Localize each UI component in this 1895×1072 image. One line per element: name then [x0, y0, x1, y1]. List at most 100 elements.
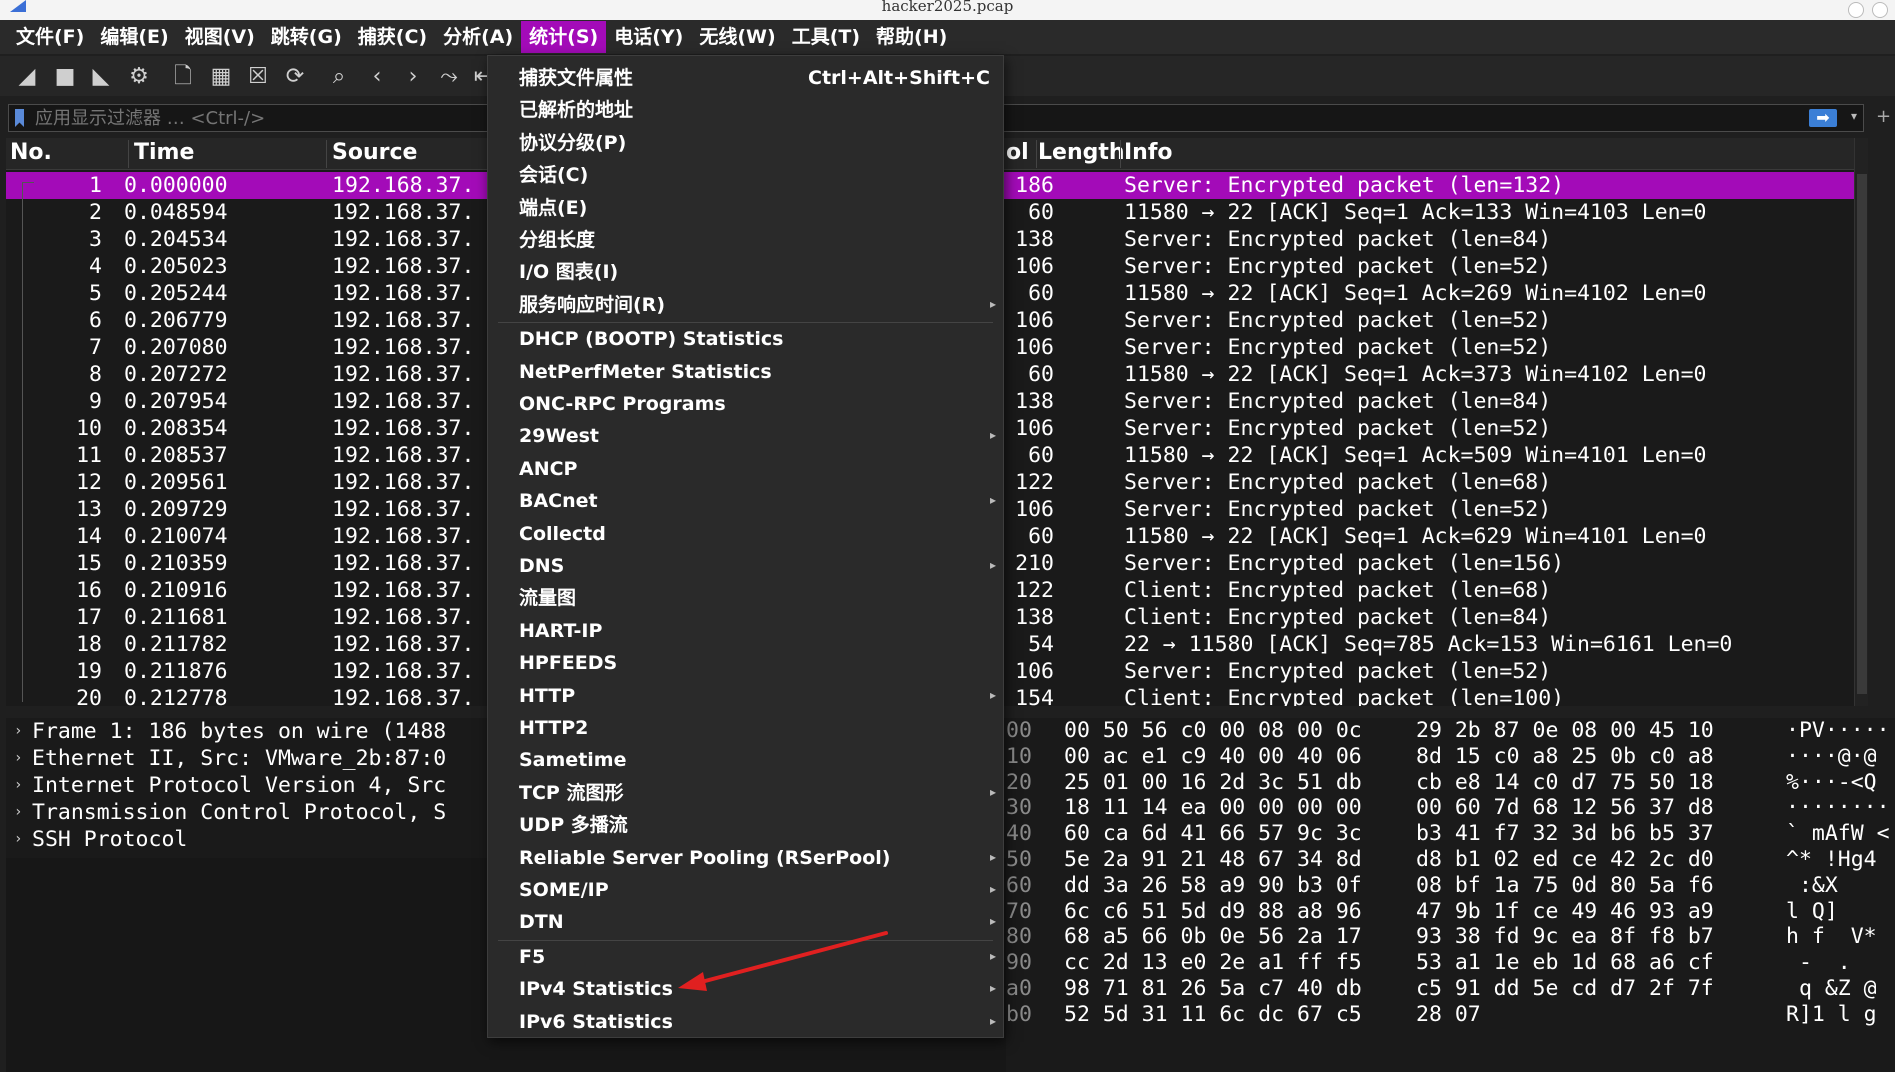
stats-menu-item[interactable]: 分组长度 [488, 224, 1003, 257]
reload-file-icon[interactable]: ⟳ [282, 64, 308, 90]
expand-arrow-icon[interactable]: › [14, 718, 22, 745]
expand-arrow-icon[interactable]: › [14, 772, 22, 799]
stats-menu-item[interactable]: DHCP (BOOTP) Statistics [488, 323, 1003, 356]
bytes-row[interactable]: 30 18 11 14 ea 00 00 00 00 00 60 7d 68 12 … [1006, 795, 1895, 821]
stats-menu-item[interactable]: HTTP ▸ [488, 680, 1003, 713]
stats-menu-item[interactable]: 已解析的地址 [488, 94, 1003, 127]
stats-menu-item-label: DTN [519, 911, 564, 934]
bytes-off: a0 [1006, 975, 1032, 1001]
stats-menu-item-label: IPv4 Statistics [519, 978, 673, 1001]
stats-menu-item[interactable]: Reliable Server Pooling (RSerPool) ▸ [488, 842, 1003, 875]
expand-arrow-icon[interactable]: › [14, 745, 22, 772]
menu-4[interactable]: 捕获(C) [350, 21, 435, 53]
packet-len: 60 [1028, 200, 1054, 225]
packet-src: 192.168.37. [332, 578, 475, 603]
stats-menu-item[interactable]: 捕获文件属性 Ctrl+Alt+Shift+C [488, 62, 1003, 95]
menu-9[interactable]: 工具(T) [784, 21, 868, 53]
packet-src: 192.168.37. [332, 227, 475, 252]
packet-len: 138 [1015, 605, 1054, 630]
menu-0[interactable]: 文件(F) [8, 21, 92, 53]
bytes-asc: - . [1786, 950, 1864, 976]
bytes-row[interactable]: b0 52 5d 31 11 6c dc 67 c5 28 07 R]1 l g [1006, 1002, 1895, 1028]
packet-no: 7 [89, 335, 102, 360]
find-packet-icon[interactable]: ⌕ [326, 64, 352, 90]
apply-filter-button[interactable]: ➡ [1809, 109, 1837, 127]
packet-list-scrollbar[interactable] [1854, 138, 1868, 706]
bytes-row[interactable]: 60 dd 3a 26 58 a9 90 b3 0f 08 bf 1a 75 0d … [1006, 873, 1895, 899]
column-source[interactable]: Source [332, 140, 417, 165]
bytes-row[interactable]: a0 98 71 81 26 5a c7 40 db c5 91 dd 5e cd … [1006, 976, 1895, 1002]
column-length[interactable]: Length [1038, 140, 1125, 165]
stop-capture-icon[interactable]: ■ [52, 64, 78, 90]
stats-menu-item[interactable]: BACnet ▸ [488, 485, 1003, 518]
stats-menu-item[interactable]: ONC-RPC Programs [488, 388, 1003, 421]
menu-1[interactable]: 编辑(E) [92, 21, 176, 53]
go-to-packet-icon[interactable]: ⤳ [436, 64, 462, 90]
stats-menu-item[interactable]: HTTP2 [488, 712, 1003, 745]
save-file-icon[interactable]: ▦ [208, 64, 234, 90]
stats-menu-item[interactable]: DTN ▸ [488, 906, 1003, 939]
stats-menu-item[interactable]: IPv4 Statistics ▸ [488, 973, 1003, 1006]
open-file-icon[interactable]: 🗋 [170, 64, 196, 90]
maximize-button[interactable] [1872, 2, 1888, 18]
stats-menu-item[interactable]: F5 ▸ [488, 941, 1003, 974]
column-protocol[interactable]: ol [1006, 140, 1029, 165]
stats-menu-item[interactable]: 协议分级(P) [488, 127, 1003, 160]
stats-menu-item[interactable]: DNS ▸ [488, 550, 1003, 583]
menu-6[interactable]: 统计(S) [521, 21, 607, 53]
stats-menu-item[interactable]: HPFEEDS [488, 647, 1003, 680]
stats-menu-item[interactable]: 服务响应时间(R) ▸ [488, 289, 1003, 322]
stats-menu-item[interactable]: IPv6 Statistics ▸ [488, 1006, 1003, 1039]
stats-menu-item[interactable]: Collectd [488, 518, 1003, 551]
bytes-row[interactable]: 70 6c c6 51 5d d9 88 a8 96 47 9b 1f ce 49 … [1006, 899, 1895, 925]
stats-menu-item[interactable]: Sametime [488, 744, 1003, 777]
add-filter-button-icon[interactable]: + [1876, 106, 1891, 127]
stats-menu-item[interactable]: UDP 多播流 [488, 809, 1003, 842]
menu-10[interactable]: 帮助(H) [868, 21, 955, 53]
menu-8[interactable]: 无线(W) [691, 21, 783, 53]
go-back-icon[interactable]: ‹ [364, 64, 390, 90]
menu-3[interactable]: 跳转(G) [263, 21, 350, 53]
stats-menu-item[interactable]: I/O 图表(I) [488, 256, 1003, 289]
close-file-icon[interactable]: ☒ [245, 64, 271, 90]
stats-menu-item[interactable]: TCP 流图形 ▸ [488, 777, 1003, 810]
packet-len: 210 [1015, 551, 1054, 576]
stats-menu-item[interactable]: HART-IP [488, 615, 1003, 648]
column-info[interactable]: Info [1124, 140, 1173, 165]
scrollbar-thumb[interactable] [1857, 174, 1867, 694]
expand-arrow-icon[interactable]: › [14, 826, 22, 853]
stats-menu-item[interactable]: 端点(E) [488, 192, 1003, 225]
stats-menu-item[interactable]: 会话(C) [488, 159, 1003, 192]
go-forward-icon[interactable]: › [400, 64, 426, 90]
minimize-button[interactable] [1848, 2, 1864, 18]
expand-arrow-icon[interactable]: › [14, 799, 22, 826]
restart-capture-icon[interactable]: ◣ [88, 64, 114, 90]
stats-menu-item[interactable]: 29West ▸ [488, 420, 1003, 453]
stats-menu-item[interactable]: 流量图 [488, 582, 1003, 615]
stats-menu-item[interactable]: NetPerfMeter Statistics [488, 356, 1003, 389]
menu-7[interactable]: 电话(Y) [606, 21, 691, 53]
bytes-row[interactable]: 90 cc 2d 13 e0 2e a1 ff f5 53 a1 1e eb 1d … [1006, 950, 1895, 976]
menu-2[interactable]: 视图(V) [177, 21, 263, 53]
column-no[interactable]: No. [10, 140, 52, 165]
bytes-row[interactable]: 10 00 ac e1 c9 40 00 40 06 8d 15 c0 a8 25 … [1006, 744, 1895, 770]
bytes-row[interactable]: 80 68 a5 66 0b 0e 56 2a 17 93 38 fd 9c ea … [1006, 924, 1895, 950]
packet-time: 0.204534 [124, 227, 228, 252]
display-filter-input[interactable] [35, 107, 535, 129]
bytes-row[interactable]: 00 00 50 56 c0 00 08 00 0c 29 2b 87 0e 08 … [1006, 718, 1895, 744]
menu-5[interactable]: 分析(A) [435, 21, 521, 53]
capture-options-icon[interactable]: ⚙ [126, 64, 152, 90]
bytes-row[interactable]: 20 25 01 00 16 2d 3c 51 db cb e8 14 c0 d7 … [1006, 770, 1895, 796]
packet-time: 0.211681 [124, 605, 228, 630]
column-time[interactable]: Time [134, 140, 194, 165]
submenu-arrow-icon: ▸ [989, 914, 996, 929]
packet-no: 14 [76, 524, 102, 549]
packet-time: 0.000000 [124, 173, 228, 198]
bytes-row[interactable]: 50 5e 2a 91 21 48 67 34 8d d8 b1 02 ed ce … [1006, 847, 1895, 873]
stats-menu-item[interactable]: ANCP [488, 453, 1003, 486]
filter-dropdown-icon[interactable]: ▾ [1851, 109, 1857, 123]
start-capture-icon[interactable]: ◢ [14, 64, 40, 90]
bytes-row[interactable]: 40 60 ca 6d 41 66 57 9c 3c b3 41 f7 32 3d … [1006, 821, 1895, 847]
stats-menu-item[interactable]: SOME/IP ▸ [488, 874, 1003, 907]
bookmark-icon[interactable] [15, 109, 24, 127]
